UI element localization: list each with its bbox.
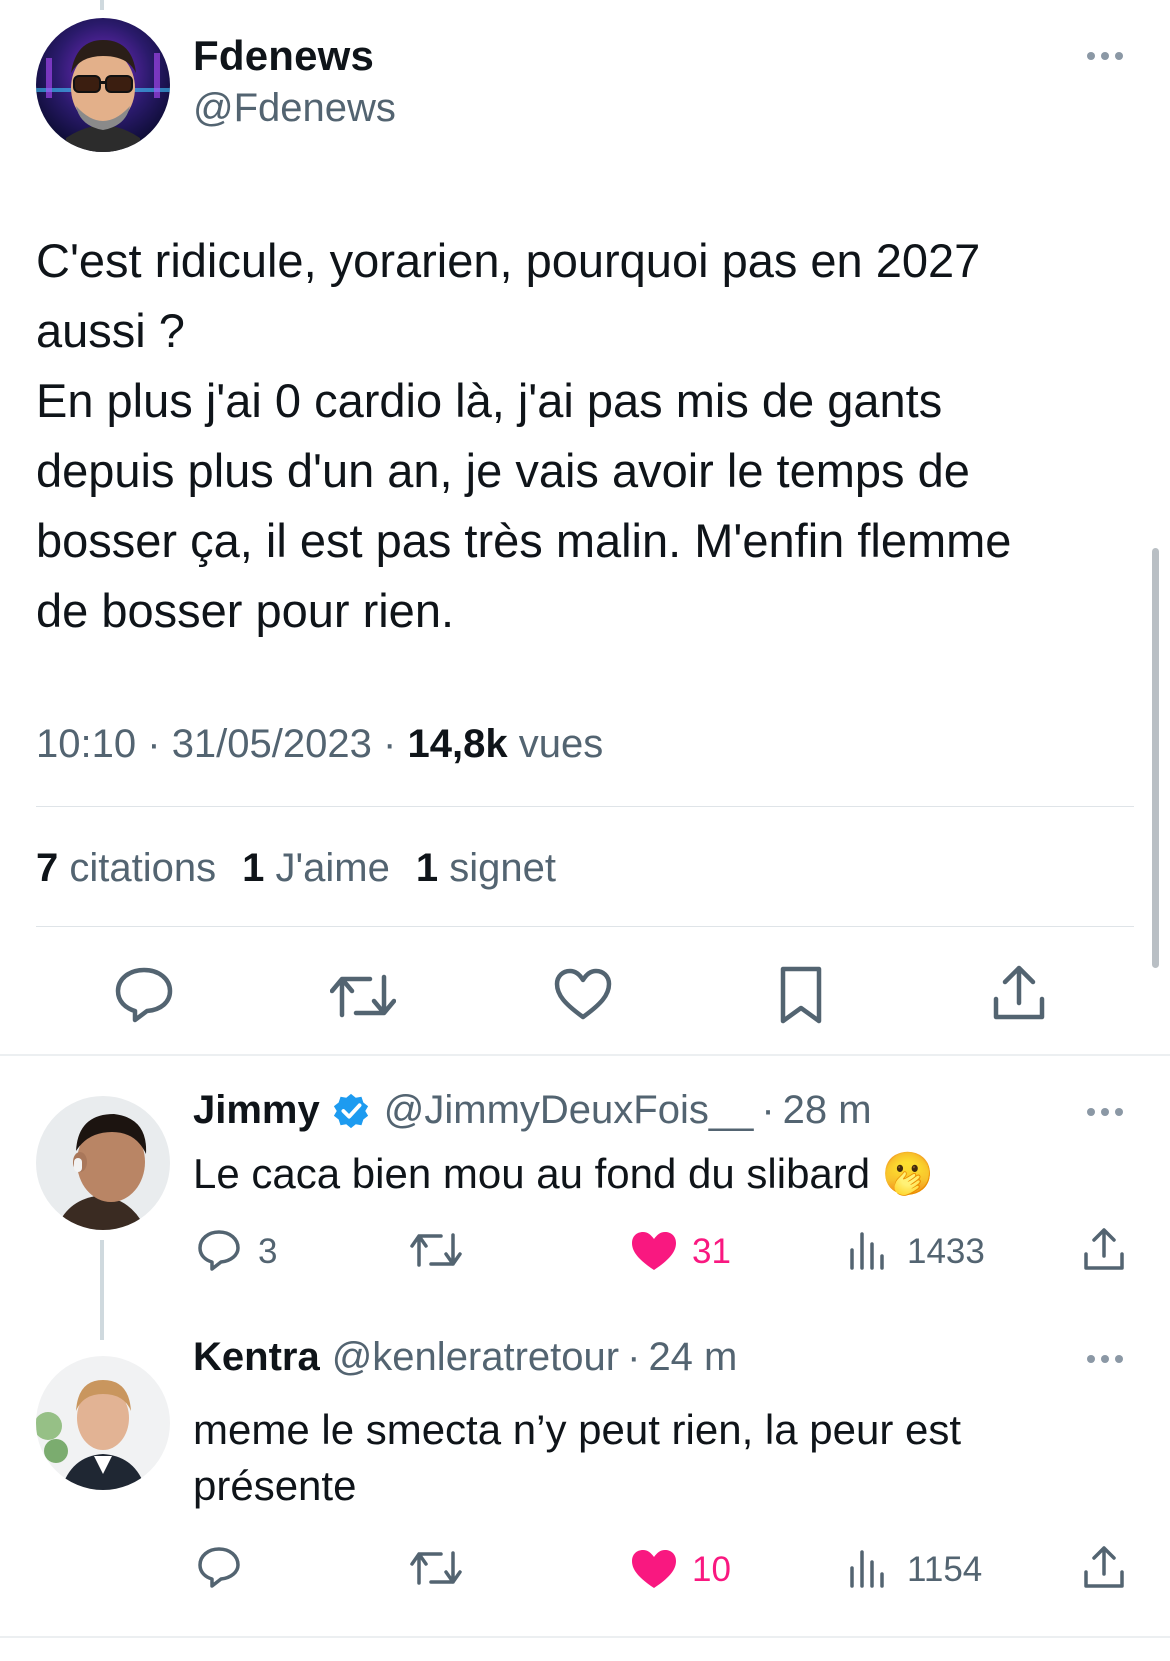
share-icon[interactable]: [1082, 1544, 1126, 1590]
divider: [0, 1636, 1170, 1638]
reply-count: 3: [258, 1232, 278, 1271]
reply-timestamp[interactable]: 28 m: [783, 1088, 872, 1133]
meta-separator: ·: [147, 722, 161, 766]
bookmark-icon[interactable]: [778, 965, 824, 1025]
divider: [36, 806, 1134, 807]
likes-stat[interactable]: 1 J'aime: [242, 846, 390, 891]
reply-header: Jimmy @JimmyDeuxFois__ · 28 m: [193, 1088, 872, 1133]
tweet-time[interactable]: 10:10: [36, 722, 136, 766]
like-filled-icon[interactable]: [630, 1548, 678, 1590]
like-icon[interactable]: [553, 967, 613, 1021]
reply-avatar[interactable]: [36, 1096, 170, 1230]
view-count: 1433: [907, 1232, 985, 1271]
views-label: vues: [518, 722, 604, 766]
likes-label: J'aime: [275, 846, 390, 890]
reply-separator: ·: [627, 1335, 641, 1379]
tweet-date[interactable]: 31/05/2023: [172, 722, 372, 766]
like-count: 31: [692, 1232, 731, 1271]
reply-icon[interactable]: [113, 965, 175, 1023]
reply-author-name[interactable]: Jimmy: [193, 1088, 320, 1133]
divider: [0, 1054, 1170, 1056]
quotes-label: citations: [69, 846, 217, 890]
reply-text: meme le smecta n’y peut rien, la peur es…: [193, 1406, 962, 1509]
bookmarks-stat[interactable]: 1 signet: [416, 846, 556, 891]
scrollbar[interactable]: [1152, 548, 1159, 968]
like-filled-icon[interactable]: [630, 1230, 678, 1272]
reply-separator: ·: [761, 1088, 775, 1132]
thread-connector: [100, 1240, 104, 1340]
author-avatar[interactable]: [36, 18, 170, 152]
tweet-meta: 10:10 · 31/05/2023 · 14,8k vues: [36, 722, 603, 767]
like-count: 10: [692, 1550, 731, 1589]
engagement-stats: 7 citations 1 J'aime 1 signet: [36, 846, 556, 891]
tweet-text: C'est ridicule, yorarien, pourquoi pas e…: [36, 234, 1012, 637]
retweet-icon[interactable]: [330, 971, 396, 1021]
share-icon[interactable]: [991, 963, 1047, 1023]
reply-author-name[interactable]: Kentra: [193, 1335, 320, 1380]
bookmarks-label: signet: [449, 846, 556, 890]
share-icon[interactable]: [1082, 1226, 1126, 1272]
views-count: 14,8k: [407, 722, 508, 766]
reply-text: Le caca bien mou au fond du slibard 🫢: [193, 1150, 935, 1197]
meta-separator: ·: [383, 722, 397, 766]
author-name[interactable]: Fdenews: [193, 32, 374, 80]
views-chart-icon[interactable]: [848, 1548, 888, 1588]
author-handle[interactable]: @Fdenews: [193, 86, 396, 131]
reply-avatar[interactable]: [36, 1356, 170, 1490]
thread-connector-top: [100, 0, 104, 10]
reply-author-handle[interactable]: @kenleratretour: [332, 1335, 619, 1380]
tweet-action-bar: [0, 963, 1170, 1033]
verified-badge-icon: [333, 1093, 368, 1128]
retweet-icon[interactable]: [410, 1230, 462, 1270]
reply-icon[interactable]: [196, 1228, 242, 1272]
bookmarks-count: 1: [415, 846, 439, 890]
view-count: 1154: [907, 1550, 983, 1589]
reply-icon[interactable]: [196, 1545, 242, 1589]
divider: [36, 926, 1134, 927]
quotes-count: 7: [36, 846, 59, 890]
reply-header: Kentra @kenleratretour · 24 m: [193, 1335, 737, 1380]
more-options-icon[interactable]: [1087, 1349, 1123, 1369]
quotes-stat[interactable]: 7 citations: [36, 846, 216, 891]
views-chart-icon[interactable]: [848, 1230, 888, 1270]
reply-timestamp[interactable]: 24 m: [648, 1335, 737, 1380]
likes-count: 1: [242, 846, 265, 890]
reply-author-handle[interactable]: @JimmyDeuxFois__: [384, 1088, 754, 1133]
retweet-icon[interactable]: [410, 1548, 462, 1588]
more-options-icon[interactable]: [1087, 46, 1123, 66]
more-options-icon[interactable]: [1087, 1102, 1123, 1122]
